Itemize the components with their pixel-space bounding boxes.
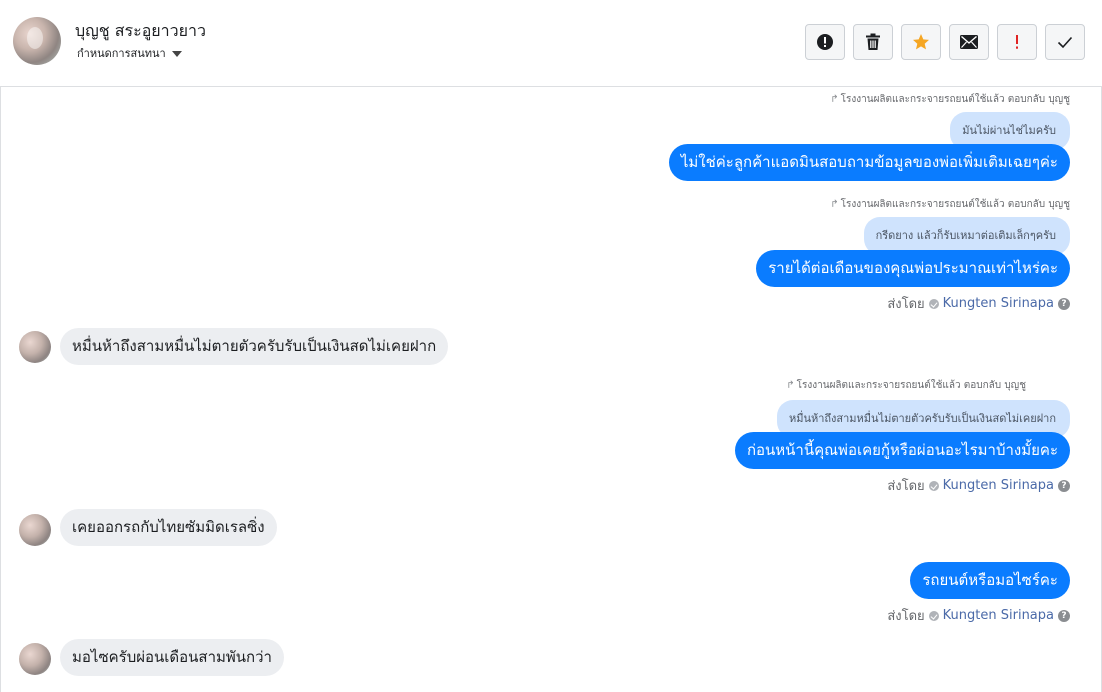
contact-avatar-small[interactable] bbox=[19, 514, 51, 546]
incoming-message[interactable]: หมื่นห้าถึงสามหมื่นไม่ตายตัวครับรับเป็นเ… bbox=[60, 328, 449, 365]
reply-note: ↱ โรงงานผลิตและกระจายรถยนต์ใช้แล้ว ตอบกลั… bbox=[830, 94, 1070, 105]
contact-avatar-small[interactable] bbox=[19, 331, 51, 363]
sender-name[interactable]: Kungten Sirinapa bbox=[943, 478, 1054, 493]
conversation-schedule-label: กำหนดการสนทนา bbox=[77, 47, 166, 60]
help-icon[interactable]: ? bbox=[1058, 297, 1070, 310]
contact-name[interactable]: บุญชู สระอูยาวยาว bbox=[75, 19, 206, 44]
sent-by-line: ส่งโดย Kungten Sirinapa ? bbox=[887, 605, 1070, 626]
sent-by-label: ส่งโดย bbox=[887, 479, 925, 494]
reply-arrow-icon: ↱ bbox=[786, 380, 795, 391]
conversation-header: บุญชู สระอูยาวยาว กำหนดการสนทนา bbox=[0, 0, 1102, 87]
message-list[interactable]: ↱ โรงงานผลิตและกระจายรถยนต์ใช้แล้ว ตอบกลั… bbox=[0, 88, 1102, 692]
conversation-schedule-dropdown[interactable]: กำหนดการสนทนา bbox=[77, 44, 182, 62]
verified-icon bbox=[928, 610, 939, 621]
alert-circle-icon bbox=[817, 34, 833, 50]
help-icon[interactable]: ? bbox=[1058, 479, 1070, 492]
mark-done-button[interactable] bbox=[1045, 24, 1085, 60]
exclamation-icon bbox=[1016, 35, 1018, 49]
help-icon[interactable]: ? bbox=[1058, 609, 1070, 622]
sent-by-line: ส่งโดย Kungten Sirinapa ? bbox=[887, 293, 1070, 314]
reply-arrow-icon: ↱ bbox=[830, 199, 839, 210]
outgoing-message[interactable]: รายได้ต่อเดือนของคุณพ่อประมาณเท่าไหร่คะ bbox=[756, 250, 1070, 287]
outgoing-message[interactable]: ไม่ใช่ค่ะลูกค้าแอดมินสอบถามข้อมูลของพ่อเ… bbox=[668, 144, 1070, 181]
sender-name[interactable]: Kungten Sirinapa bbox=[943, 296, 1054, 311]
mark-unread-button[interactable] bbox=[949, 24, 989, 60]
caret-down-icon bbox=[171, 50, 182, 57]
verified-icon bbox=[928, 480, 939, 491]
outgoing-message[interactable]: ก่อนหน้านี้คุณพ่อเคยกู้หรือผ่อนอะไรมาบ้า… bbox=[734, 432, 1070, 469]
star-icon bbox=[913, 34, 929, 50]
sent-by-label: ส่งโดย bbox=[887, 609, 925, 624]
reply-note: ↱ โรงงานผลิตและกระจายรถยนต์ใช้แล้ว ตอบกลั… bbox=[786, 380, 1026, 391]
incoming-message[interactable]: เคยออกรถกับไทยซัมมิดเรลซิ่ง bbox=[60, 509, 277, 546]
trash-icon bbox=[866, 33, 880, 50]
contact-avatar[interactable] bbox=[13, 17, 61, 65]
delete-button[interactable] bbox=[853, 24, 893, 60]
envelope-icon bbox=[960, 35, 978, 49]
incoming-message[interactable]: มอไซครับผ่อนเดือนสามพันกว่า bbox=[60, 639, 284, 676]
follow-up-button[interactable] bbox=[997, 24, 1037, 60]
sent-by-line: ส่งโดย Kungten Sirinapa ? bbox=[887, 475, 1070, 496]
checkmark-icon bbox=[1057, 36, 1073, 49]
conversation-toolbar bbox=[805, 24, 1085, 60]
contact-avatar-small[interactable] bbox=[19, 643, 51, 675]
sender-name[interactable]: Kungten Sirinapa bbox=[943, 608, 1054, 623]
verified-icon bbox=[928, 298, 939, 309]
reply-arrow-icon: ↱ bbox=[830, 94, 839, 105]
reply-note: ↱ โรงงานผลิตและกระจายรถยนต์ใช้แล้ว ตอบกลั… bbox=[830, 199, 1070, 210]
star-button[interactable] bbox=[901, 24, 941, 60]
sent-by-label: ส่งโดย bbox=[887, 297, 925, 312]
mark-spam-button[interactable] bbox=[805, 24, 845, 60]
outgoing-message[interactable]: รถยนต์หรือมอไซร์คะ bbox=[910, 562, 1070, 599]
